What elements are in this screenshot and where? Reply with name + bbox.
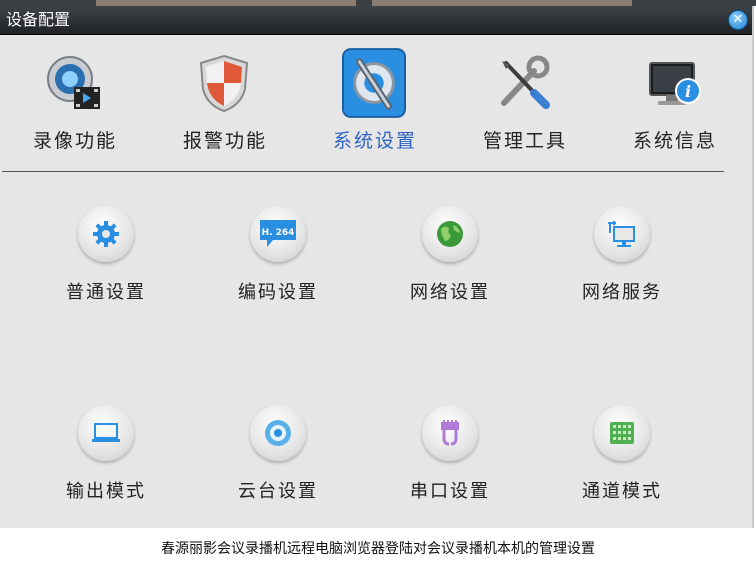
svg-text:i: i <box>685 82 691 101</box>
alarm-shield-icon <box>192 48 256 118</box>
system-settings-icon <box>342 48 406 118</box>
ptz-icon <box>250 405 306 461</box>
tab-system-settings[interactable]: 系统设置 <box>320 48 430 168</box>
item-label: 云台设置 <box>238 481 318 502</box>
video-record-icon <box>42 48 106 118</box>
item-label: 串口设置 <box>410 481 490 502</box>
tools-icon <box>492 48 556 118</box>
item-output-mode[interactable]: 输出模式 <box>46 405 166 515</box>
tab-system-info[interactable]: i 系统信息 <box>620 48 730 168</box>
window-title: 设备配置 <box>6 10 71 29</box>
tab-label: 管理工具 <box>482 130 567 152</box>
item-ptz-settings[interactable]: 云台设置 <box>218 405 338 515</box>
item-serial-settings[interactable]: 串口设置 <box>390 405 510 515</box>
item-channel-mode[interactable]: 通道模式 <box>562 405 682 515</box>
item-label: 编码设置 <box>238 282 318 303</box>
tab-alarm[interactable]: 报警功能 <box>170 48 280 168</box>
item-label: 网络设置 <box>410 282 490 303</box>
item-network-service[interactable]: 网络服务 <box>562 206 682 316</box>
serial-port-icon <box>422 405 478 461</box>
tab-divider <box>2 171 724 172</box>
item-network-settings[interactable]: 网络设置 <box>390 206 510 316</box>
item-encode-settings[interactable]: H. 264 编码设置 <box>218 206 338 316</box>
tab-label: 报警功能 <box>182 130 267 152</box>
device-config-window: 设备配置 ✕ 录像功能 报警功能 系统设置 管理工具 i 系统信息 普通设置 H… <box>0 6 754 528</box>
item-label: 网络服务 <box>582 282 662 303</box>
tab-label: 录像功能 <box>32 130 117 152</box>
monitor-output-icon <box>78 405 134 461</box>
channel-grid-icon <box>594 405 650 461</box>
item-label: 普通设置 <box>66 282 146 303</box>
tab-label: 系统设置 <box>332 130 417 152</box>
close-icon: ✕ <box>732 12 744 27</box>
system-info-icon: i <box>642 48 706 118</box>
item-label: 通道模式 <box>582 481 662 502</box>
network-service-icon <box>594 206 650 262</box>
close-button[interactable]: ✕ <box>728 10 748 30</box>
tab-label: 系统信息 <box>632 130 717 152</box>
item-label: 输出模式 <box>66 481 146 502</box>
tab-management-tools[interactable]: 管理工具 <box>470 48 580 168</box>
title-bar: 设备配置 ✕ <box>0 6 752 35</box>
page-caption: 春源丽影会议录播机远程电脑浏览器登陆对会议录播机本机的管理设置 <box>161 541 595 557</box>
globe-icon <box>422 206 478 262</box>
h264-encode-icon: H. 264 <box>250 206 306 262</box>
h264-badge-text: H. 264 <box>262 228 295 238</box>
item-general-settings[interactable]: 普通设置 <box>46 206 166 316</box>
gear-icon <box>78 206 134 262</box>
tab-record[interactable]: 录像功能 <box>20 48 130 168</box>
